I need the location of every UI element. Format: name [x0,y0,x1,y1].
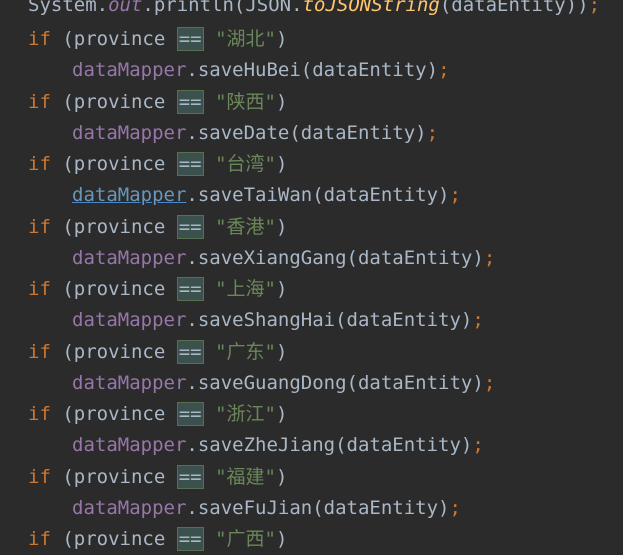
method-call: .saveGuangDong(dataEntity) [186,371,484,394]
code-line-println[interactable]: System.out.println(JSON.toJSONString(dat… [0,0,623,24]
string-literal: "香港" [203,215,276,238]
method-call: .saveTaiWan(dataEntity) [186,184,450,206]
condition-close: ) [275,340,288,363]
semicolon-token: ; [588,0,601,16]
println-token: .println(JSON. [142,0,303,16]
method-call: .saveDate(dataEntity) [186,121,427,144]
datamapper-field: dataMapper [72,496,187,519]
condition-close: ) [275,465,288,488]
condition-open: (province [50,528,177,550]
string-literal: "广西" [203,528,276,550]
condition-close: ) [275,528,288,550]
equality-operator: == [176,214,204,239]
code-line-if-taiwan[interactable]: if (province == "台湾") [0,149,623,180]
method-call: .saveXiangGang(dataEntity) [186,246,484,269]
semicolon-token: ; [472,309,484,331]
code-line-if-shaanxi[interactable]: if (province == "陕西") [0,87,623,118]
code-line-if-guangxi[interactable]: if (province == "广西") [0,524,623,555]
if-keyword: if [28,215,51,238]
semicolon-token: ; [472,434,484,456]
datamapper-field: dataMapper [72,434,187,456]
string-literal: "台湾" [203,153,276,175]
code-line-save-zhejiang[interactable]: dataMapper.saveZheJiang(dataEntity); [0,430,623,462]
equality-operator: == [176,464,204,489]
condition-open: (province [50,90,177,113]
if-keyword: if [28,465,51,488]
condition-open: (province [50,28,177,50]
condition-close: ) [275,215,288,238]
datamapper-field: dataMapper [72,309,187,331]
condition-close: ) [275,403,288,425]
datamapper-field: dataMapper [72,371,187,394]
code-line-save-hubei[interactable]: dataMapper.saveHuBei(dataEntity); [0,55,623,87]
string-literal: "湖北" [203,28,276,50]
semicolon-token: ; [449,184,461,206]
datamapper-field-link[interactable]: dataMapper [72,184,186,206]
code-line-save-fujian[interactable]: dataMapper.saveFuJian(dataEntity); [0,493,623,525]
if-keyword: if [28,153,51,175]
out-token: out [108,0,143,16]
condition-close: ) [275,28,288,50]
condition-close: ) [275,90,288,113]
if-keyword: if [28,28,51,50]
string-literal: "陕西" [203,90,276,113]
code-line-if-guangdong[interactable]: if (province == "广东") [0,337,623,368]
condition-open: (province [50,278,177,300]
equality-operator: == [176,89,204,114]
equality-operator: == [176,152,204,176]
code-line-if-hubei[interactable]: if (province == "湖北") [0,24,623,55]
code-line-if-hongkong[interactable]: if (province == "香港") [0,212,623,243]
if-keyword: if [28,403,51,425]
semicolon-token: ; [449,496,461,519]
semicolon-token: ; [426,121,439,144]
method-call: .saveShangHai(dataEntity) [186,309,473,331]
string-literal: "浙江" [203,403,276,425]
datamapper-field: dataMapper [72,121,187,144]
method-call: .saveZheJiang(dataEntity) [186,434,473,456]
if-keyword: if [28,528,51,550]
tojsonstring-token: toJSONString [302,0,440,16]
datamapper-field: dataMapper [72,246,187,269]
condition-close: ) [275,153,288,175]
method-call: .saveHuBei(dataEntity) [186,59,439,81]
code-editor[interactable]: System.out.println(JSON.toJSONString(dat… [0,0,623,555]
equality-operator: == [176,277,204,301]
code-line-if-shanghai[interactable]: if (province == "上海") [0,274,623,305]
condition-open: (province [50,465,177,488]
code-line-if-zhejiang[interactable]: if (province == "浙江") [0,399,623,430]
code-line-save-xianggang[interactable]: dataMapper.saveXiangGang(dataEntity); [0,243,623,275]
args-token: (dataEntity)) [439,0,589,16]
semicolon-token: ; [438,59,450,81]
string-literal: "福建" [203,465,276,488]
code-line-save-date[interactable]: dataMapper.saveDate(dataEntity); [0,118,623,150]
condition-open: (province [50,340,177,363]
datamapper-field: dataMapper [72,59,187,81]
code-line-save-taiwan[interactable]: dataMapper.saveTaiWan(dataEntity); [0,180,623,212]
semicolon-token: ; [483,371,496,394]
condition-open: (province [50,215,177,238]
condition-open: (province [50,403,177,425]
string-literal: "上海" [203,278,276,300]
string-literal: "广东" [203,340,276,363]
code-line-save-shanghai[interactable]: dataMapper.saveShangHai(dataEntity); [0,305,623,337]
equality-operator: == [176,339,204,364]
code-line-if-fujian[interactable]: if (province == "福建") [0,462,623,493]
condition-open: (province [50,153,177,175]
semicolon-token: ; [483,246,496,269]
equality-operator: == [176,402,204,426]
equality-operator: == [176,27,204,51]
if-keyword: if [28,340,51,363]
if-keyword: if [28,278,51,300]
code-line-save-guangdong[interactable]: dataMapper.saveGuangDong(dataEntity); [0,368,623,400]
if-keyword: if [28,90,51,113]
system-token: System. [28,0,109,16]
condition-close: ) [275,278,288,300]
equality-operator: == [176,527,204,551]
method-call: .saveFuJian(dataEntity) [186,496,450,519]
